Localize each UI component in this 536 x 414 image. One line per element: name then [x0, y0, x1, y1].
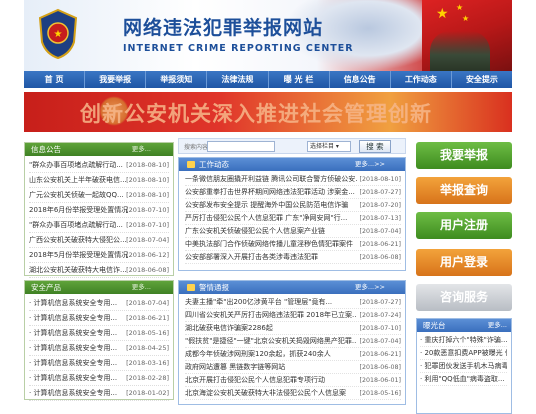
list-item[interactable]: 成都今年侦破涉网刑案120余起，抓获240余人 [2018-06-21]: [185, 348, 401, 361]
list-item[interactable]: · 计算机信息系统安全专用... [2018-05-16]: [29, 326, 169, 341]
notices-title: 信息公告: [31, 145, 61, 154]
nav-safety[interactable]: 安全提示: [452, 71, 512, 88]
nav-laws[interactable]: 法律法规: [207, 71, 269, 88]
work-list: 一条微信朋友圈撬开利益链 腾讯公司联合警方侦破公安... [2018-08-10]…: [179, 171, 405, 264]
site-subtitle: INTERNET CRIME REPORTING CENTER: [123, 43, 354, 54]
main-nav: 首 页 我要举报 举报须知 法律法规 曝 光 栏 信息公告 工作动态 安全提示: [24, 71, 512, 88]
safety-header: 安全产品 更多...: [25, 281, 173, 294]
list-item[interactable]: "假扶贫"是捷径"一键"北京公安机关捣毁网络黑产犯罪... [2018-07-04…: [185, 335, 401, 348]
list-item[interactable]: · 重庆打掉六个"特殊"诈骗...: [420, 334, 507, 347]
list-item[interactable]: · 计算机信息系统安全专用... [2018-04-25]: [29, 341, 169, 356]
list-item[interactable]: · 计算机信息系统安全专用... [2018-01-02]: [29, 386, 169, 401]
list-item[interactable]: 四川省公安机关严厉打击网络违法犯罪 2018年已立案... [2018-07-24…: [185, 309, 401, 322]
exposure-list: · 重庆打掉六个"特殊"诈骗... · 20款恶意扣费APP被曝光 传... ·…: [417, 332, 511, 386]
list-item[interactable]: · 犯罪团伙发送手机木马病毒...: [420, 360, 507, 373]
nav-report[interactable]: 我要举报: [85, 71, 147, 88]
list-item[interactable]: · 计算机信息系统安全专用... [2018-06-21]: [29, 311, 169, 326]
list-item[interactable]: 公安部重拳打击世界杯期间网络违法犯罪活动 涉案金... [2018-07-27]: [185, 186, 401, 199]
exposure-panel: 曝光台 更多... · 重庆打掉六个"特殊"诈骗... · 20款恶意扣费APP…: [416, 318, 512, 414]
list-item[interactable]: 山东公安机关上半年破获电信... [2018-08-10]: [29, 173, 169, 188]
list-item[interactable]: 广西公安机关破获特大侵犯公... [2018-07-04]: [29, 233, 169, 248]
query-button[interactable]: 举报查询: [416, 177, 512, 204]
list-item[interactable]: 湖北破获电信诈骗案2286起 [2018-07-10]: [185, 322, 401, 335]
search-bar: 搜索内容 选择栏目 ▾ 搜 索: [178, 138, 406, 154]
list-item[interactable]: 公安部部署深入开展打击各类涉毒违法犯罪 [2018-06-08]: [185, 251, 401, 264]
work-more-link[interactable]: 更多...>>: [355, 158, 385, 171]
safety-panel: 安全产品 更多... · 计算机信息系统安全专用... [2018-07-04] …: [24, 280, 174, 401]
consult-button[interactable]: 咨询服务: [416, 284, 512, 311]
police-officers-graphic: [430, 31, 490, 71]
list-item[interactable]: · 利用"QQ低血"病毒盗取...: [420, 373, 507, 386]
list-item[interactable]: 严厉打击侵犯公民个人信息犯罪 广东"净网安网"行... [2018-07-13]: [185, 212, 401, 225]
list-item[interactable]: 2018年6月份举报受理处置情况 [2018-07-10]: [29, 203, 169, 218]
site-header: ★ 网络违法犯罪举报网站 INTERNET CRIME REPORTING CE…: [24, 0, 512, 71]
alerts-header: 警情通报 更多...>>: [179, 281, 405, 294]
exposure-more-link[interactable]: 更多...: [488, 319, 507, 332]
list-item[interactable]: 湖北公安机关破获特大电信诈... [2018-06-08]: [29, 263, 169, 278]
list-item[interactable]: 政府网站遭篡 黑链数字链等网站 [2018-06-08]: [185, 361, 401, 374]
search-button[interactable]: 搜 索: [359, 140, 391, 153]
list-item[interactable]: 公安部发布安全提示 提醒海外中国公民防范电信诈骗 [2018-07-20]: [185, 199, 401, 212]
work-title: 工作动态: [199, 160, 229, 169]
nav-exposure[interactable]: 曝 光 栏: [269, 71, 330, 88]
list-item[interactable]: 广元公安机关侦破一起故QQ... [2018-08-10]: [29, 188, 169, 203]
notices-panel: 信息公告 更多... "群众办事百项堵点疏解行动... [2018-08-10] …: [24, 142, 174, 278]
police-emblem-icon: ★: [38, 8, 78, 60]
search-label: 搜索内容: [184, 144, 209, 151]
safety-more-link[interactable]: 更多...: [132, 281, 151, 294]
list-item[interactable]: 2018年5月份举报受理处置情况 [2018-06-12]: [29, 248, 169, 263]
work-panel: 工作动态 更多...>> 一条微信朋友圈撬开利益链 腾讯公司联合警方侦破公安..…: [178, 157, 406, 271]
list-item[interactable]: · 计算机信息系统安全专用... [2018-02-28]: [29, 371, 169, 386]
list-item[interactable]: "群众办事百项堵点疏解行动... [2018-08-10]: [29, 158, 169, 173]
login-button[interactable]: 用户登录: [416, 249, 512, 276]
report-button[interactable]: 我要举报: [416, 142, 512, 169]
safety-list: · 计算机信息系统安全专用... [2018-07-04] · 计算机信息系统安全…: [25, 294, 173, 401]
nav-home[interactable]: 首 页: [24, 71, 86, 88]
list-item[interactable]: 北京海淀公安机关破获特大非法侵犯公民个人信息案 [2018-05-16]: [185, 387, 401, 400]
nav-guide[interactable]: 举报须知: [146, 71, 208, 88]
alerts-list: 夫妻主播"牵"出200亿涉黄平台 "管理层"竟有... [2018-07-27] …: [179, 294, 405, 400]
list-item[interactable]: 夫妻主播"牵"出200亿涉黄平台 "管理层"竟有... [2018-07-27]: [185, 296, 401, 309]
banner-text: 创新公安机关深入推进社会管理创新: [80, 102, 432, 126]
list-item[interactable]: 北京开展打击侵犯公民个人信息犯罪专项行动 [2018-06-01]: [185, 374, 401, 387]
alerts-panel: 警情通报 更多...>> 夫妻主播"牵"出200亿涉黄平台 "管理层"竟有...…: [178, 280, 406, 405]
notices-header: 信息公告 更多...: [25, 143, 173, 156]
list-item[interactable]: 广东公安机关侦破侵犯公民个人信息案产业链 [2018-07-04]: [185, 225, 401, 238]
list-item[interactable]: · 计算机信息系统安全专用... [2018-03-16]: [29, 356, 169, 371]
list-item[interactable]: "群众办事百项堵点疏解行动... [2018-07-10]: [29, 218, 169, 233]
folder-icon: [187, 161, 195, 168]
exposure-title: 曝光台: [423, 321, 446, 330]
folder-icon: [187, 284, 195, 291]
search-input[interactable]: [207, 141, 275, 152]
column-select[interactable]: 选择栏目 ▾: [307, 141, 351, 152]
banner: 创新公安机关深入推进社会管理创新: [24, 92, 512, 132]
site-title: 网络违法犯罪举报网站: [123, 17, 324, 39]
list-item[interactable]: · 计算机信息系统安全专用... [2018-07-04]: [29, 296, 169, 311]
list-item[interactable]: 中美执法部门合作侦破网络传播儿童淫秽色情犯罪案件 [2018-06-21]: [185, 238, 401, 251]
notices-more-link[interactable]: 更多...: [132, 143, 151, 156]
alerts-more-link[interactable]: 更多...>>: [355, 281, 385, 294]
notices-list: "群众办事百项堵点疏解行动... [2018-08-10] 山东公安机关上半年破获…: [25, 156, 173, 278]
alerts-title: 警情通报: [199, 283, 229, 292]
nav-notices[interactable]: 信息公告: [330, 71, 391, 88]
exposure-header: 曝光台 更多...: [417, 319, 511, 332]
list-item[interactable]: · 20款恶意扣费APP被曝光 传...: [420, 347, 507, 360]
work-header: 工作动态 更多...>>: [179, 158, 405, 171]
safety-title: 安全产品: [31, 283, 61, 292]
svg-text:★: ★: [54, 29, 63, 40]
nav-work[interactable]: 工作动态: [391, 71, 452, 88]
list-item[interactable]: 一条微信朋友圈撬开利益链 腾讯公司联合警方侦破公安... [2018-08-10]: [185, 173, 401, 186]
register-button[interactable]: 用户注册: [416, 212, 512, 239]
